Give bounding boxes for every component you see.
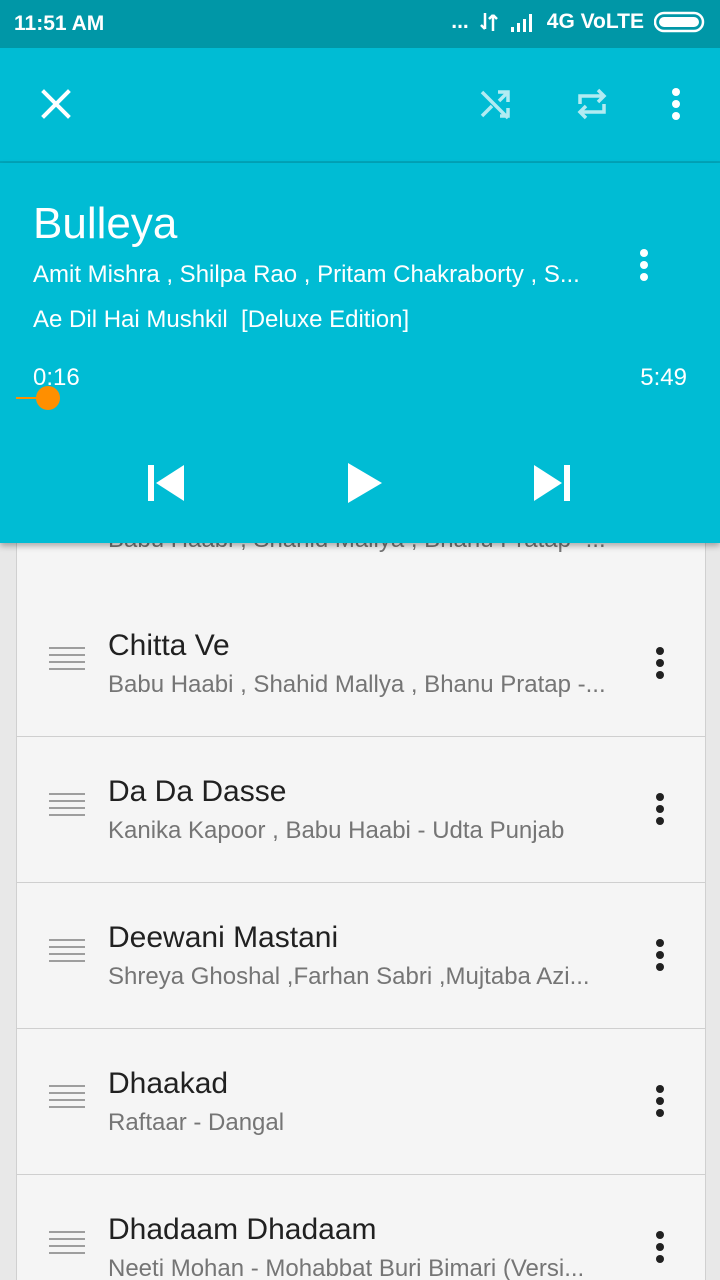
queue-row-subtitle: Babu Haabi , Shahid Mallya , Bhanu Prata… — [108, 543, 618, 554]
row-more-button[interactable] — [645, 1077, 675, 1125]
queue-row-partial[interactable]: Babu Haabi , Shahid Mallya , Bhanu Prata… — [17, 543, 705, 593]
more-vert-icon — [656, 793, 664, 825]
row-more-button[interactable] — [645, 931, 675, 979]
seek-bar[interactable] — [16, 386, 704, 410]
more-options-button[interactable] — [652, 80, 700, 128]
status-indicators: ... 4G VoLTE — [451, 10, 706, 34]
row-more-button[interactable] — [645, 1223, 675, 1271]
now-playing-panel: Bulleya Amit Mishra , Shilpa Rao , Prita… — [0, 163, 720, 543]
queue-row[interactable]: Da Da Dasse Kanika Kapoor , Babu Haabi -… — [17, 737, 705, 884]
data-transfer-icon — [479, 13, 498, 31]
status-time: 11:51 AM — [14, 12, 105, 35]
queue-row-subtitle: Neeti Mohan - Mohabbat Buri Bimari (Vers… — [108, 1255, 585, 1280]
track-album: Ae Dil Hai Mushkil [Deluxe Edition] — [33, 306, 410, 333]
more-vert-icon — [656, 939, 664, 971]
shuffle-button[interactable] — [472, 80, 520, 128]
play-icon — [348, 463, 382, 503]
track-artists: Amit Mishra , Shilpa Rao , Pritam Chakra… — [33, 261, 580, 288]
close-icon — [41, 89, 71, 119]
queue-row[interactable]: Chitta Ve Babu Haabi , Shahid Mallya , B… — [17, 591, 705, 738]
more-vert-icon — [656, 1231, 664, 1263]
queue-row-subtitle: Babu Haabi , Shahid Mallya , Bhanu Prata… — [108, 671, 606, 698]
drag-handle-icon[interactable] — [49, 939, 85, 969]
status-dots: ... — [451, 10, 469, 33]
track-more-button[interactable] — [624, 241, 664, 289]
next-button[interactable] — [522, 453, 582, 513]
queue-list[interactable]: Babu Haabi , Shahid Mallya , Bhanu Prata… — [16, 543, 706, 1280]
more-vert-icon — [672, 88, 680, 120]
more-vert-icon — [656, 647, 664, 679]
track-title: Bulleya — [33, 199, 178, 248]
queue-row[interactable]: Dhadaam Dhadaam Neeti Mohan - Mohabbat B… — [17, 1175, 705, 1280]
queue-row-title: Dhadaam Dhadaam — [108, 1213, 377, 1246]
queue-row-title: Dhaakad — [108, 1067, 229, 1100]
queue-row-title: Deewani Mastani — [108, 921, 339, 954]
more-vert-icon — [656, 1085, 664, 1117]
player-toolbar — [0, 48, 720, 163]
row-more-button[interactable] — [645, 785, 675, 833]
skip-next-icon — [534, 465, 570, 501]
queue-row-subtitle: Shreya Ghoshal ,Farhan Sabri ,Mujtaba Az… — [108, 963, 590, 990]
previous-button[interactable] — [136, 453, 196, 513]
play-button[interactable] — [334, 453, 394, 513]
close-button[interactable] — [32, 80, 80, 128]
drag-handle-icon[interactable] — [49, 793, 85, 823]
network-label: 4G VoLTE — [546, 10, 644, 33]
total-time: 5:49 — [640, 364, 687, 391]
signal-icon — [510, 14, 532, 32]
queue-row-title: Da Da Dasse — [108, 775, 287, 808]
seek-thumb[interactable] — [35, 386, 60, 410]
more-vert-icon — [640, 249, 648, 281]
repeat-button[interactable] — [568, 80, 616, 128]
battery-icon — [654, 11, 705, 33]
queue-row[interactable]: Dhaakad Raftaar - Dangal — [17, 1029, 705, 1176]
drag-handle-icon[interactable] — [49, 647, 85, 677]
queue-row-subtitle: Kanika Kapoor , Babu Haabi - Udta Punjab — [108, 817, 565, 844]
queue-row-subtitle: Raftaar - Dangal — [108, 1109, 285, 1136]
shuffle-icon — [480, 90, 510, 120]
queue-row-title: Chitta Ve — [108, 629, 230, 662]
queue-row[interactable]: Deewani Mastani Shreya Ghoshal ,Farhan S… — [17, 883, 705, 1030]
drag-handle-icon[interactable] — [49, 1085, 85, 1115]
skip-previous-icon — [148, 465, 184, 501]
repeat-icon — [577, 88, 607, 120]
drag-handle-icon[interactable] — [49, 1231, 85, 1261]
status-bar: 11:51 AM ... 4G VoLTE — [0, 0, 720, 48]
row-more-button[interactable] — [645, 639, 675, 687]
